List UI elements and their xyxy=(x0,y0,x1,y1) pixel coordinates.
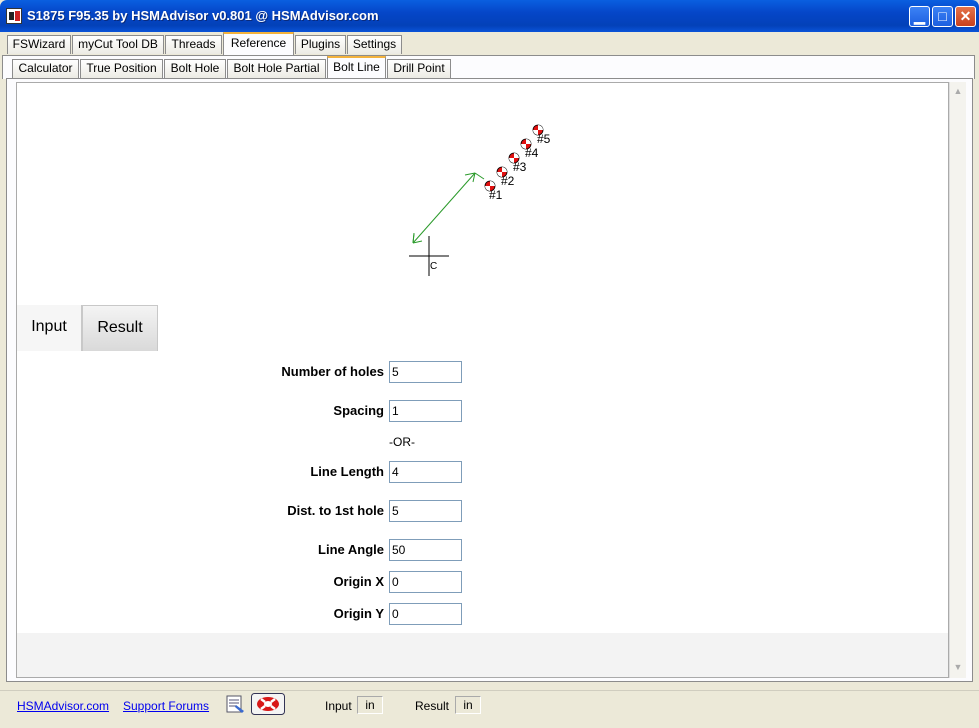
close-button[interactable]: ✕ xyxy=(955,6,976,27)
row-spacing: Spacing xyxy=(17,400,948,422)
row-number-of-holes: Number of holes xyxy=(17,361,948,383)
hole-label-4: #4 xyxy=(525,146,539,160)
scroll-down-icon[interactable]: ▼ xyxy=(952,661,964,673)
spacing-label: Spacing xyxy=(333,403,384,418)
window-title: S1875 F95.35 by HSMAdvisor v0.801 @ HSMA… xyxy=(27,8,379,23)
row-line-length: Line Length xyxy=(17,461,948,483)
input-unit-value[interactable]: in xyxy=(357,696,383,714)
subtab-bolt-line[interactable]: Bolt Line xyxy=(327,56,386,79)
dist-first-hole-input[interactable] xyxy=(389,500,462,522)
line-angle-label: Line Angle xyxy=(318,542,384,557)
lifebuoy-icon xyxy=(251,693,285,715)
hole-label-5: #5 xyxy=(537,132,551,146)
spacing-input[interactable] xyxy=(389,400,462,422)
tab-input[interactable]: Input xyxy=(17,305,82,351)
maximize-button[interactable]: □ xyxy=(932,6,953,27)
origin-x-label: Origin X xyxy=(333,574,384,589)
subtab-bolt-hole[interactable]: Bolt Hole xyxy=(164,59,226,78)
help-button[interactable] xyxy=(251,693,285,715)
subtab-drill-point[interactable]: Drill Point xyxy=(387,59,451,78)
title-bar[interactable]: S1875 F95.35 by HSMAdvisor v0.801 @ HSMA… xyxy=(0,0,979,32)
tab-fswizard[interactable]: FSWizard xyxy=(7,35,71,54)
status-bar: HSMAdvisor.com Support Forums Input in R… xyxy=(0,690,979,728)
main-tab-bar: FSWizard myCut Tool DB Threads Reference… xyxy=(0,32,979,56)
sub-tab-bar: Calculator True Position Bolt Hole Bolt … xyxy=(0,56,979,80)
minimize-icon: ▁ xyxy=(914,8,925,24)
input-unit-label: Input xyxy=(325,699,352,713)
tab-plugins[interactable]: Plugins xyxy=(295,35,346,54)
support-forums-link[interactable]: Support Forums xyxy=(123,699,209,713)
dimension-extension xyxy=(474,172,485,180)
dimension-line xyxy=(412,172,476,244)
row-origin-y: Origin Y xyxy=(17,603,948,625)
content-area: C #1 #2 #3 #4 #5 Input Result Number of … xyxy=(16,82,949,678)
vertical-scrollbar[interactable]: ▲ ▼ xyxy=(949,82,966,678)
row-dist-first-hole: Dist. to 1st hole xyxy=(17,500,948,522)
app-icon[interactable] xyxy=(6,8,22,24)
hole-label-1: #1 xyxy=(489,188,503,202)
origin-x-input[interactable] xyxy=(389,571,462,593)
result-unit-value[interactable]: in xyxy=(455,696,481,714)
dist-first-hole-label: Dist. to 1st hole xyxy=(287,503,384,518)
hole-5: #5 xyxy=(532,124,551,146)
report-button[interactable] xyxy=(224,693,246,715)
tab-mycut-tool-db[interactable]: myCut Tool DB xyxy=(72,35,164,54)
form-footer-area xyxy=(17,633,948,677)
view-tab-bar: Input Result xyxy=(17,305,948,352)
subtab-true-position[interactable]: True Position xyxy=(80,59,163,78)
line-length-input[interactable] xyxy=(389,461,462,483)
number-of-holes-input[interactable] xyxy=(389,361,462,383)
bolt-line-drawing: C #1 #2 #3 #4 #5 xyxy=(17,83,948,305)
origin-y-input[interactable] xyxy=(389,603,462,625)
input-form: Number of holes Spacing Line Length Dist… xyxy=(17,351,948,633)
number-of-holes-label: Number of holes xyxy=(281,364,384,379)
maximize-icon: □ xyxy=(938,8,947,24)
result-unit-label: Result xyxy=(415,699,450,713)
close-icon: ✕ xyxy=(959,8,972,24)
tab-threads[interactable]: Threads xyxy=(165,35,222,54)
tab-result[interactable]: Result xyxy=(82,305,158,351)
or-separator: -OR- xyxy=(389,435,415,449)
drawing-svg: C #1 #2 #3 #4 #5 xyxy=(409,124,551,276)
line-length-label: Line Length xyxy=(310,464,384,479)
subtab-bolt-hole-partial[interactable]: Bolt Hole Partial xyxy=(227,59,326,78)
minimize-button[interactable]: ▁ xyxy=(909,6,930,27)
hole-label-3: #3 xyxy=(513,160,527,174)
origin-y-label: Origin Y xyxy=(333,606,384,621)
hsmadvisor-link[interactable]: HSMAdvisor.com xyxy=(17,699,109,713)
hole-label-2: #2 xyxy=(501,174,515,188)
tab-settings[interactable]: Settings xyxy=(347,35,402,54)
line-angle-input[interactable] xyxy=(389,539,462,561)
origin-label: C xyxy=(430,261,437,272)
report-icon xyxy=(226,695,244,713)
row-line-angle: Line Angle xyxy=(17,539,948,561)
tab-reference[interactable]: Reference xyxy=(223,32,294,55)
subtab-calculator[interactable]: Calculator xyxy=(12,59,79,78)
scroll-up-icon[interactable]: ▲ xyxy=(952,85,964,97)
row-origin-x: Origin X xyxy=(17,571,948,593)
